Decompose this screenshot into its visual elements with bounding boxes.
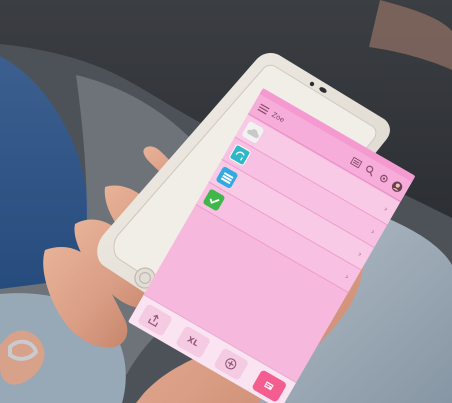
chevron-right-icon: › xyxy=(369,226,377,237)
chevron-right-icon: › xyxy=(382,204,390,214)
search-icon[interactable] xyxy=(362,163,377,178)
keyboard-icon[interactable] xyxy=(348,155,363,170)
check-icon xyxy=(202,188,226,212)
photo-scene: Zoe › › › › XL xyxy=(0,0,452,403)
chevron-right-icon: › xyxy=(356,249,364,259)
settings-icon[interactable] xyxy=(376,171,391,186)
gj-icon xyxy=(228,143,252,167)
menu-icon[interactable] xyxy=(256,101,271,116)
chevron-right-icon: › xyxy=(343,272,351,282)
front-camera xyxy=(309,81,315,87)
cloud-icon xyxy=(241,120,265,145)
avatar-icon[interactable] xyxy=(390,179,405,194)
bars-icon xyxy=(215,165,239,190)
